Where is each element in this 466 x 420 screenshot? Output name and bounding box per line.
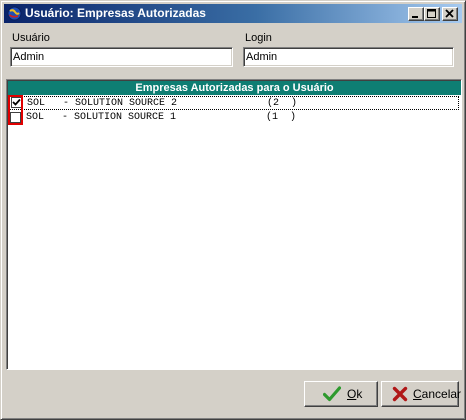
company-name: - SOLUTION SOURCE 2 xyxy=(63,98,178,109)
company-number: (2 ) xyxy=(267,98,298,109)
close-icon xyxy=(445,9,454,18)
window-title: Usuário: Empresas Autorizadas xyxy=(25,6,206,20)
company-name: - SOLUTION SOURCE 1 xyxy=(62,112,177,123)
close-button[interactable] xyxy=(442,7,458,21)
login-label: Login xyxy=(245,32,272,44)
title-bar[interactable]: Usuário: Empresas Autorizadas xyxy=(4,4,462,23)
cancel-label: Cancelar xyxy=(413,387,462,401)
list-header: Empresas Autorizadas para o Usuário xyxy=(8,81,461,95)
company-code: SOL xyxy=(26,112,45,123)
companies-list[interactable]: Empresas Autorizadas para o Usuário SOL … xyxy=(6,79,462,370)
minimize-button[interactable] xyxy=(408,7,424,21)
green-check-icon xyxy=(322,386,342,405)
maximize-icon xyxy=(427,9,436,18)
company-number: (1 ) xyxy=(266,112,297,123)
ok-button[interactable]: Ok xyxy=(304,381,378,407)
minimize-icon xyxy=(412,16,418,18)
usuario-label: Usuário xyxy=(12,32,50,44)
login-field[interactable]: Admin xyxy=(243,47,454,67)
usuario-field[interactable]: Admin xyxy=(10,47,233,67)
cancel-button[interactable]: Cancelar xyxy=(381,381,462,407)
maximize-button[interactable] xyxy=(424,7,440,21)
dialog-window: Usuário: Empresas Autorizadas Usuário Ad… xyxy=(0,0,466,420)
app-globe-icon[interactable] xyxy=(7,6,22,21)
list-item[interactable]: SOL - SOLUTION SOURCE 1 (1 ) xyxy=(8,111,459,125)
ok-label: Ok xyxy=(347,387,363,401)
red-x-icon xyxy=(392,386,408,405)
checkbox-highlight xyxy=(8,95,23,125)
list-item[interactable]: SOL - SOLUTION SOURCE 2 (2 ) xyxy=(8,96,459,110)
company-code: SOL xyxy=(27,98,46,109)
